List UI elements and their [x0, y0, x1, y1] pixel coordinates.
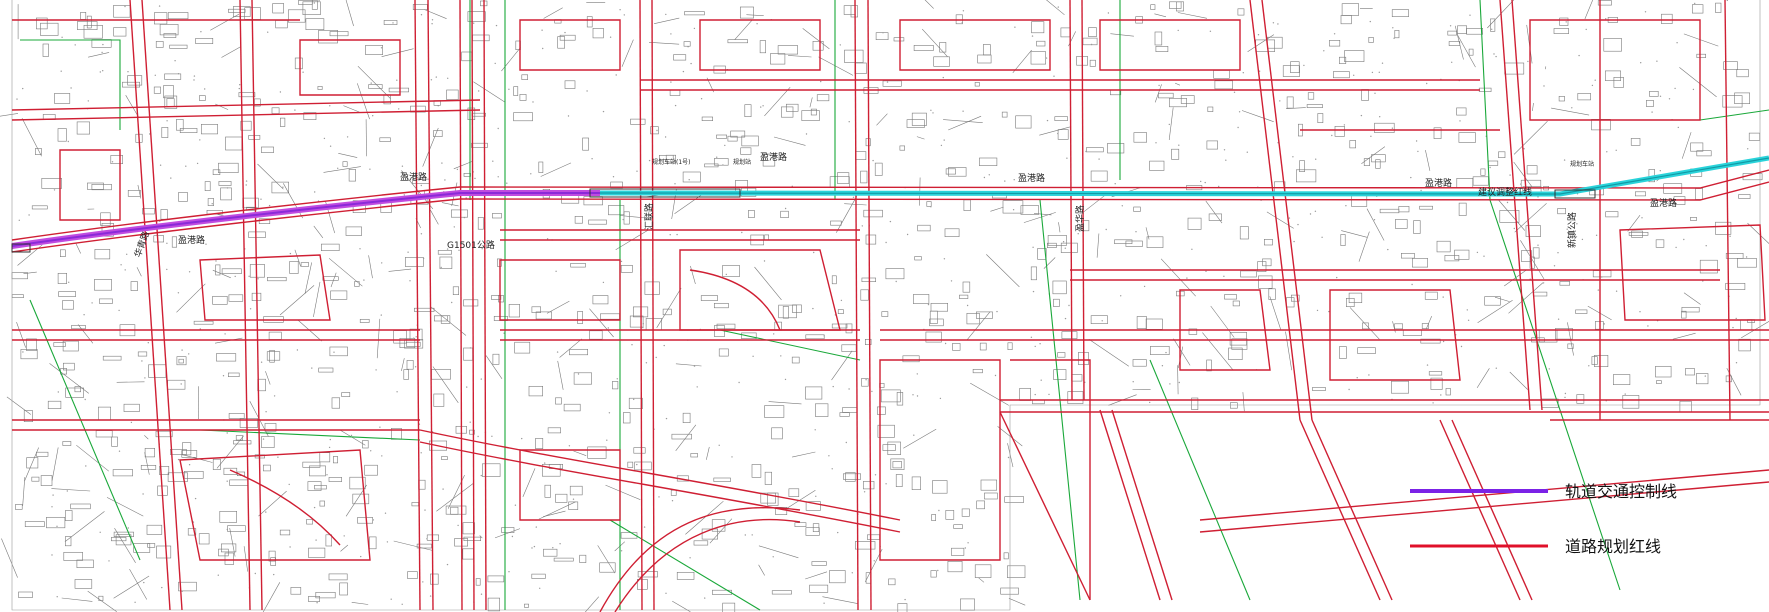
station-label: 规划站	[733, 158, 751, 166]
road-label-yinghua: 盈华路	[1074, 205, 1086, 232]
road-label-yinggang: 盈港路	[1425, 177, 1452, 189]
road-label-yinggang: 盈港路	[178, 234, 205, 246]
road-label-xinzhen: 新镇公路	[1566, 212, 1578, 248]
road-label-adjust-redline: 建议调整红线	[1478, 186, 1532, 198]
station-label: 规划车站	[1570, 160, 1594, 168]
road-label-huilian: 汇联路	[643, 203, 655, 230]
road-label-g1501: G1501公路	[447, 239, 495, 251]
road-label-yinggang: 盈港路	[1650, 197, 1677, 209]
legend-label-road-red: 道路规划红线	[1565, 537, 1661, 556]
road-label-yinggang: 盈港路	[1018, 172, 1045, 184]
legend-label-rail-control: 轨道交通控制线	[1565, 482, 1677, 501]
planning-map: 盈港路 盈港路 盈港路 盈港路 盈港路 盈港路 G1501公路 华青路 汇联路 …	[0, 0, 1769, 612]
road-label-yinggang: 盈港路	[400, 171, 427, 183]
station-label: 规划车站(1号)	[652, 158, 691, 166]
road-label-yinggang: 盈港路	[760, 151, 787, 163]
